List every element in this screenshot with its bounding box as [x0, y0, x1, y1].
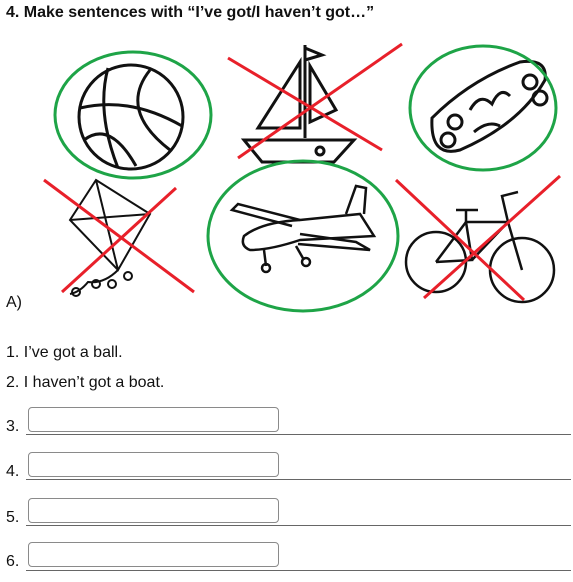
skateboard-icon — [430, 59, 549, 153]
not-got-cross-kite — [43, 178, 195, 294]
answer-line-4 — [26, 479, 571, 480]
section-label: A) — [6, 294, 22, 311]
example-sentence-2: 2. I haven’t got a boat. — [6, 374, 165, 391]
answer-field-4[interactable] — [28, 452, 279, 477]
sailboat-icon — [240, 45, 358, 164]
kite-icon — [68, 178, 152, 297]
basketball-icon — [77, 63, 185, 171]
example-sentence-1: 1. I’ve got a ball. — [6, 344, 123, 361]
answer-field-3[interactable] — [28, 407, 279, 432]
airplane-icon — [229, 184, 377, 274]
answer-number-5: 5. — [6, 509, 20, 526]
answer-line-3 — [26, 434, 571, 435]
answer-field-6[interactable] — [28, 542, 279, 567]
not-got-cross-bike — [394, 174, 562, 302]
answer-number-6: 6. — [6, 553, 20, 570]
answer-line-5 — [26, 525, 571, 526]
answer-field-5[interactable] — [28, 498, 279, 523]
answer-number-3: 3. — [6, 418, 20, 435]
pictures-panel — [43, 42, 562, 313]
got-circle-skateboard — [408, 44, 558, 172]
answer-number-4: 4. — [6, 463, 20, 480]
worksheet-title: 4. Make sentences with “I’ve got/I haven… — [6, 4, 375, 21]
answer-line-6 — [26, 570, 571, 571]
